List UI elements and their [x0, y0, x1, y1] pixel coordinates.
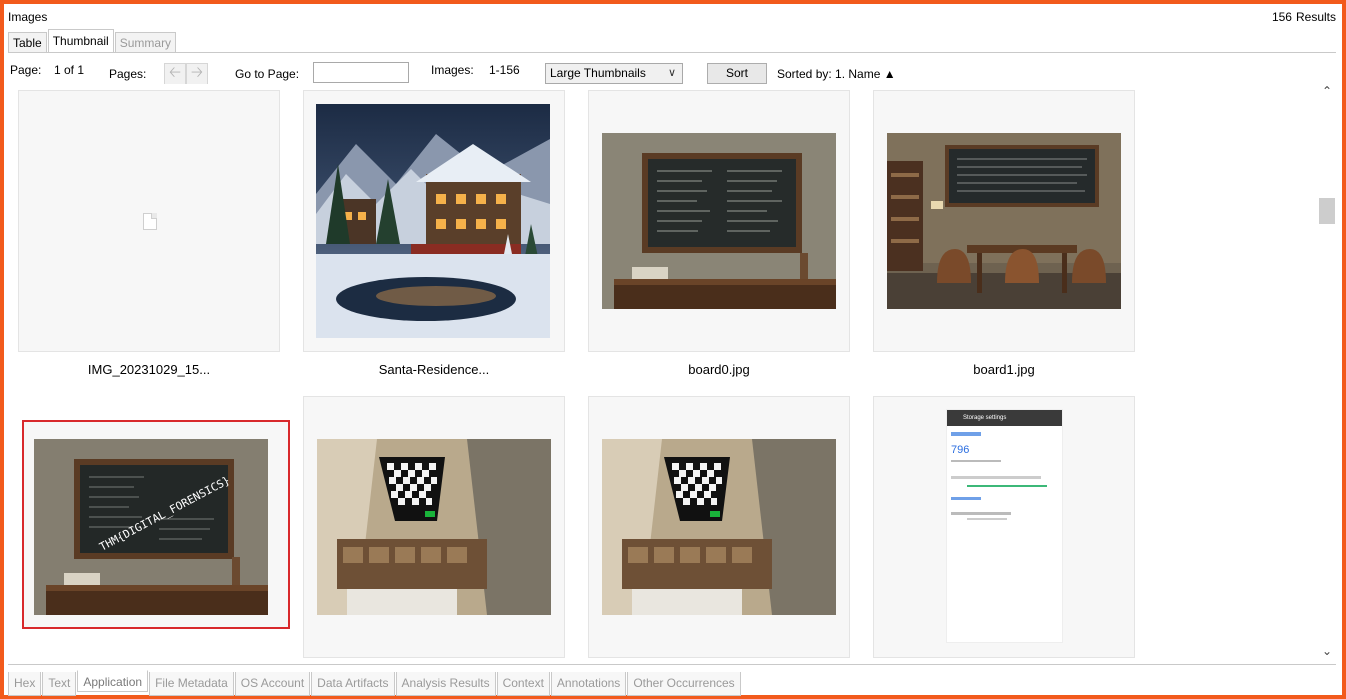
chevron-down-icon: ∨ [667, 67, 676, 79]
tab-data-artifacts[interactable]: Data Artifacts [311, 672, 395, 696]
next-page-button[interactable]: 🡢 [186, 63, 208, 85]
thumbnail-caption: board1.jpg [973, 362, 1035, 377]
ceiling-image [317, 439, 551, 615]
results-count: 156 Results [1268, 10, 1336, 24]
arrow-left-icon: 🡠 [168, 63, 182, 81]
tab-hex[interactable]: Hex [8, 672, 42, 696]
tab-table[interactable]: Table [8, 32, 47, 53]
goto-label: Go to Page: [235, 67, 300, 81]
thumbnail-grid: IMG_20231029_15... Santa-Residence... bo… [8, 84, 1316, 662]
tab-annotations[interactable]: Annotations [550, 672, 627, 696]
phone-header: Storage settings [947, 410, 1062, 426]
thumbnail-caption: board0.jpg [688, 362, 750, 377]
tab-divider [8, 52, 1336, 53]
view-tabs: Table Thumbnail Summary [8, 29, 177, 53]
thumbnail-5[interactable]: THM{DIGITAL_FORENSICS} [22, 420, 290, 629]
chevron-down-icon[interactable]: ⌄ [1316, 644, 1338, 662]
arrow-right-icon: 🡢 [190, 63, 204, 81]
thumbnail-size-select[interactable]: Large Thumbnails ∨ [545, 63, 683, 84]
tab-application[interactable]: Application [77, 670, 149, 692]
thumbnail-1[interactable] [18, 90, 280, 352]
phone-line [951, 512, 1011, 515]
tab-file-metadata[interactable]: File Metadata [149, 672, 234, 696]
page-value: 1 of 1 [54, 63, 85, 77]
phone-value: 796 [951, 444, 970, 456]
tab-analysis-results[interactable]: Analysis Results [395, 672, 496, 696]
classroom-image [887, 133, 1121, 309]
page-navigation: 🡠 🡢 [164, 63, 208, 85]
tab-context[interactable]: Context [496, 672, 550, 696]
sorted-by-label: Sorted by: 1. Name ▲ [777, 67, 896, 81]
chalkboard-flag-image: THM{DIGITAL_FORENSICS} [34, 439, 268, 615]
thumbnail-8[interactable]: Storage settings 796 [873, 396, 1135, 658]
tab-other-occurrences[interactable]: Other Occurrences [627, 672, 741, 696]
previous-page-button[interactable]: 🡠 [164, 63, 186, 85]
tab-text[interactable]: Text [42, 672, 77, 696]
tab-thumbnail[interactable]: Thumbnail [47, 29, 114, 53]
phone-line [967, 518, 1007, 520]
ceiling-image [602, 439, 836, 615]
thumbnail-6[interactable] [303, 396, 565, 658]
winter-village-image [316, 104, 550, 338]
bottom-divider [8, 664, 1336, 665]
page-label: Page: [10, 63, 42, 77]
phone-line [951, 497, 981, 500]
goto-page-input[interactable] [313, 62, 409, 83]
images-range: 1-156 [489, 63, 520, 77]
thumbnail-caption: IMG_20231029_15... [87, 362, 211, 377]
app-window: Images 156 Results Table Thumbnail Summar… [0, 0, 1346, 699]
phone-progress [967, 485, 1047, 487]
thumbnail-2[interactable] [303, 90, 565, 352]
vertical-scrollbar[interactable]: ⌃ ⌄ [1316, 84, 1338, 662]
thumbnail-4[interactable] [873, 90, 1135, 352]
thumbnail-caption: Santa-Residence... [378, 362, 490, 377]
pages-label: Pages: [109, 67, 147, 81]
phone-screenshot-image: Storage settings 796 [946, 409, 1063, 643]
thumbnail-3[interactable] [588, 90, 850, 352]
scroll-thumb[interactable] [1319, 198, 1335, 224]
file-icon [143, 213, 157, 230]
thumbnail-size-value: Large Thumbnails [550, 66, 646, 80]
phone-line [951, 460, 1001, 462]
sort-button[interactable]: Sort [707, 63, 767, 84]
thumbnail-7[interactable] [588, 396, 850, 658]
chevron-up-icon[interactable]: ⌃ [1316, 84, 1338, 102]
results-label: Results [1295, 10, 1336, 24]
chalkboard-image [602, 133, 836, 309]
tab-os-account[interactable]: OS Account [234, 672, 311, 696]
content-viewer-tabs: Hex Text Application File Metadata OS Ac… [8, 670, 742, 696]
panel-title: Images [8, 10, 48, 24]
phone-line [951, 432, 981, 436]
images-label: Images: [431, 63, 474, 77]
tab-summary[interactable]: Summary [114, 32, 177, 53]
results-number: 156 [1271, 10, 1292, 24]
phone-line [951, 476, 1041, 479]
